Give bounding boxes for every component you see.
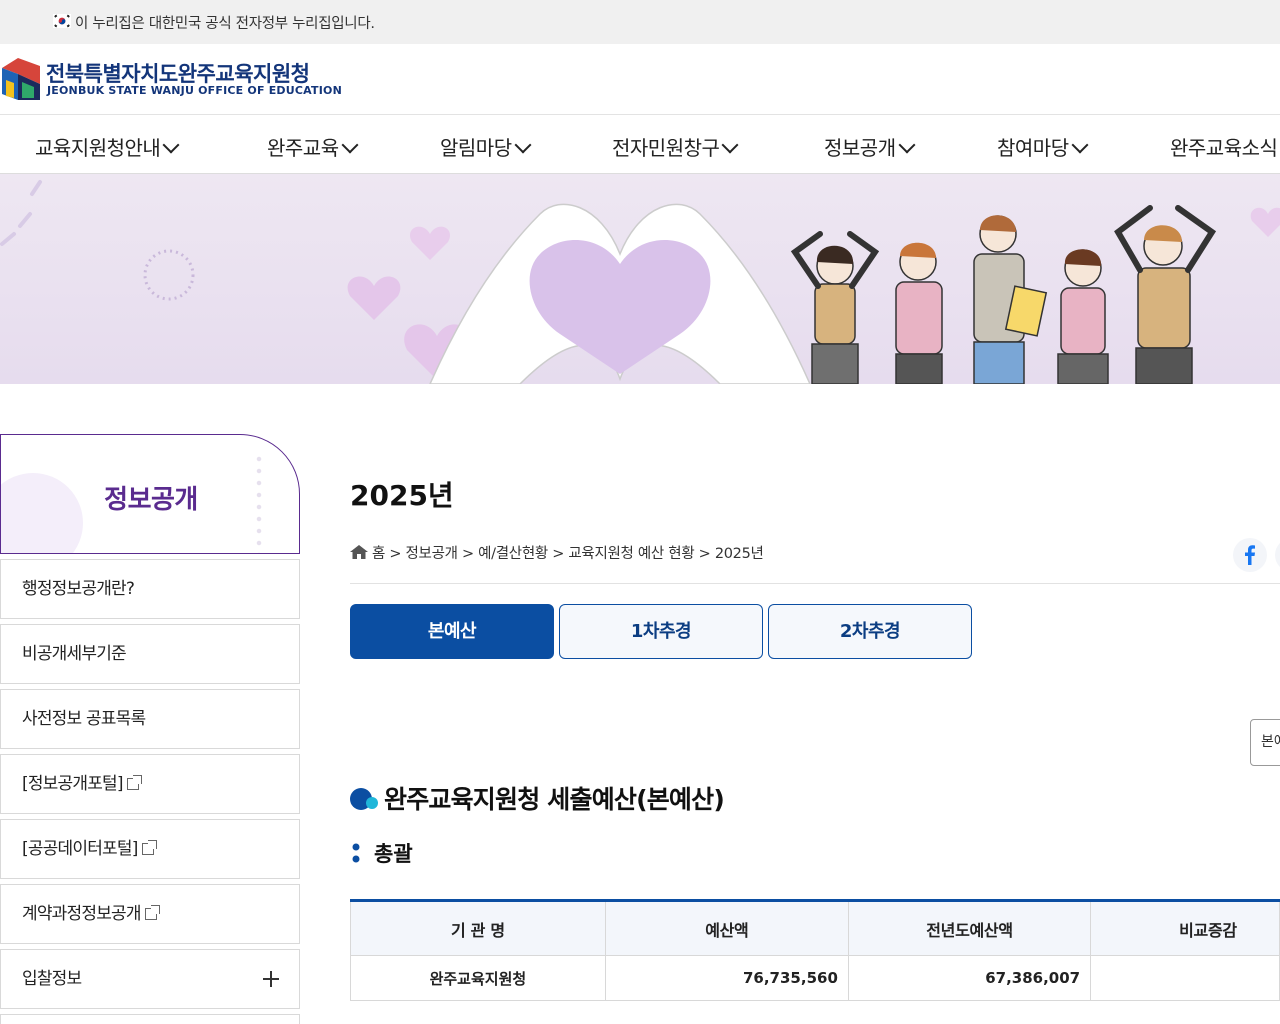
logo-english-name[interactable]: JEONBUK STATE WANJU OFFICE OF EDUCATION bbox=[47, 84, 342, 97]
external-link-icon bbox=[144, 905, 160, 920]
gnb-item-wanju-education[interactable]: 완주교육 bbox=[267, 132, 359, 161]
share-button[interactable] bbox=[1275, 538, 1280, 572]
gov-official-text: 이 누리집은 대한민국 공식 전자정부 누리집입니다. bbox=[75, 16, 375, 32]
tab-second-supplementary[interactable]: 2차추경 bbox=[768, 604, 972, 659]
lnb-item-open-data-portal[interactable]: [공공데이터포털] bbox=[0, 819, 300, 879]
table-cell: 67,386,007 bbox=[847, 955, 1092, 1001]
table-row: 완주교육지원청 76,735,560 67,386,007 bbox=[350, 955, 1280, 1001]
subsection-bullet-icon bbox=[352, 843, 360, 863]
table-cell bbox=[1090, 955, 1280, 1001]
breadcrumb-text[interactable]: 홈 > 정보공개 > 예/결산현황 > 교육지원청 예산 현황 > 2025년 bbox=[372, 546, 764, 562]
heart-hands-students-illustration bbox=[0, 180, 1280, 384]
subsection-title: 총괄 bbox=[352, 838, 413, 868]
facebook-icon bbox=[1245, 545, 1255, 565]
lnb-item-info-portal[interactable]: [정보공개포털] bbox=[0, 754, 300, 814]
facebook-share-button[interactable] bbox=[1233, 538, 1267, 572]
chevron-down-icon bbox=[1071, 136, 1089, 154]
external-link-icon bbox=[126, 775, 142, 790]
column-header: 예산액 bbox=[604, 900, 849, 956]
tab-main-budget[interactable]: 본예산 bbox=[350, 604, 554, 659]
budget-summary-table: 기 관 명 예산액 전년도예산액 비교증감 완주교육지원청 76,735,560… bbox=[350, 899, 1280, 1001]
table-cell: 76,735,560 bbox=[604, 955, 849, 1001]
column-header: 비교증감 bbox=[1090, 900, 1280, 956]
column-header: 기 관 명 bbox=[350, 900, 606, 956]
breadcrumb: 홈 > 정보공개 > 예/결산현황 > 교육지원청 예산 현황 > 2025년 bbox=[350, 542, 764, 563]
chevron-down-icon bbox=[514, 136, 532, 154]
lnb-title: 정보공개 bbox=[104, 485, 198, 515]
gov-official-bar: 이 누리집은 대한민국 공식 전자정부 누리집입니다. bbox=[0, 0, 1280, 44]
gnb-item-e-civil[interactable]: 전자민원창구 bbox=[612, 132, 739, 161]
korea-flag-icon bbox=[53, 14, 71, 28]
lnb-item-next[interactable] bbox=[0, 1014, 300, 1024]
lnb-item-nondisclosure-criteria[interactable]: 비공개세부기준 bbox=[0, 624, 300, 684]
page-title: 2025년 bbox=[350, 479, 454, 512]
lnb-item-pre-announcement-list[interactable]: 사전정보 공표목록 bbox=[0, 689, 300, 749]
section-title: 완주교육지원청 세출예산(본예산) bbox=[350, 780, 725, 816]
table-header-row: 기 관 명 예산액 전년도예산액 비교증감 bbox=[350, 900, 1280, 956]
chevron-down-icon bbox=[721, 136, 739, 154]
plus-icon[interactable] bbox=[263, 971, 279, 987]
education-office-logo-icon[interactable] bbox=[0, 56, 42, 102]
gnb-item-info-disclosure[interactable]: 정보공개 bbox=[824, 132, 916, 161]
breadcrumb-divider bbox=[350, 583, 1280, 584]
lnb-item-contract-disclosure[interactable]: 계약과정정보공개 bbox=[0, 884, 300, 944]
chevron-down-icon bbox=[898, 136, 916, 154]
external-link-icon bbox=[141, 840, 157, 855]
section-bullet-icon bbox=[350, 788, 378, 810]
chevron-down-icon bbox=[162, 136, 180, 154]
tab-first-supplementary[interactable]: 1차추경 bbox=[559, 604, 763, 659]
sub-visual-banner bbox=[0, 174, 1280, 384]
gnb-item-news[interactable]: 완주교육소식 bbox=[1170, 132, 1278, 161]
lnb-item-bid-info[interactable]: 입찰정보 bbox=[0, 949, 300, 1009]
main-navigation: 교육지원청안내 완주교육 알림마당 전자민원창구 정보공개 참여마당 완주교육소… bbox=[0, 115, 1280, 174]
site-header: 전북특별자치도완주교육지원청 JEONBUK STATE WANJU OFFIC… bbox=[0, 44, 1280, 115]
lnb-title-box: 정보공개 bbox=[0, 434, 300, 554]
table-cell: 완주교육지원청 bbox=[350, 955, 606, 1001]
budget-select[interactable]: 본예산 bbox=[1250, 719, 1280, 766]
chevron-down-icon bbox=[341, 136, 359, 154]
gnb-item-participation[interactable]: 참여마당 bbox=[997, 132, 1089, 161]
lnb-item-disclosure-intro[interactable]: 행정정보공개란? bbox=[0, 559, 300, 619]
column-header: 전년도예산액 bbox=[847, 900, 1092, 956]
gnb-item-notice[interactable]: 알림마당 bbox=[440, 132, 532, 161]
gnb-item-office-info[interactable]: 교육지원청안내 bbox=[35, 132, 180, 161]
home-icon[interactable] bbox=[350, 545, 368, 559]
